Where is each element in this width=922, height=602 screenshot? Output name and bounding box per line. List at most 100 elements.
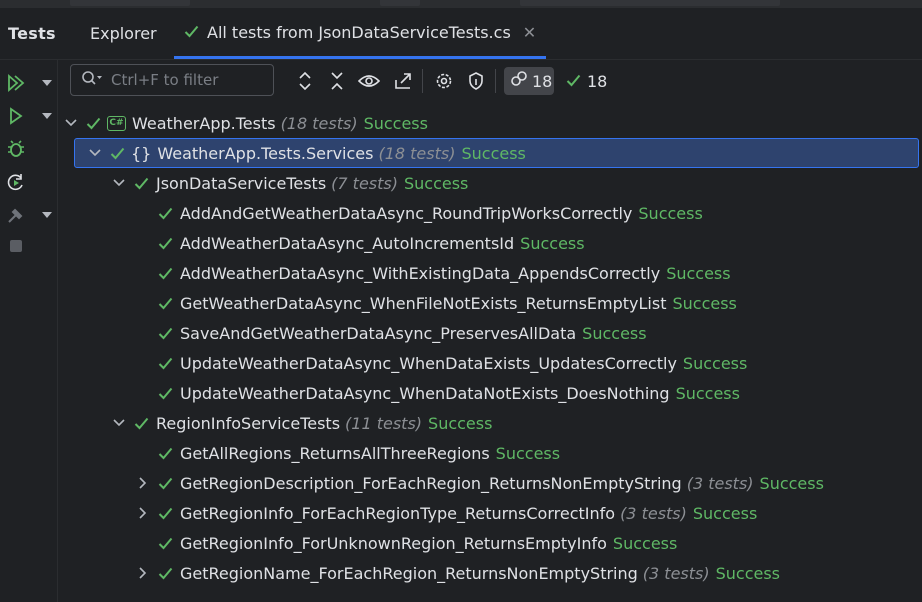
export-icon[interactable] — [392, 70, 414, 92]
left-action-bar — [0, 60, 58, 602]
status-label: Success — [363, 113, 428, 133]
obscured-tab — [380, 0, 420, 6]
tree-row[interactable]: C# WeatherApp.Tests (18 tests) Success — [58, 108, 920, 138]
run-all-button[interactable] — [6, 72, 52, 94]
debug-button[interactable] — [6, 138, 52, 160]
chevron-down-icon[interactable] — [42, 80, 52, 86]
filter-field[interactable] — [70, 64, 274, 96]
test-name: WeatherApp.Tests — [132, 113, 276, 133]
obscured-tab — [520, 0, 780, 6]
test-name: GetRegionDescription_ForEachRegion_Retur… — [180, 473, 682, 493]
test-name: GetRegionName_ForEachRegion_ReturnsNonEm… — [180, 563, 638, 583]
settings-icon[interactable] — [433, 70, 455, 92]
test-name: AddWeatherDataAsync_AutoIncrementsId — [180, 233, 515, 253]
tree-row[interactable]: UpdateWeatherDataAsync_WhenDataExists_Up… — [58, 348, 920, 378]
chevron-right-icon[interactable] — [136, 477, 150, 489]
passed-count: 18 — [587, 71, 608, 91]
status-label: Success — [612, 533, 678, 553]
status-label: Success — [672, 293, 737, 313]
toolbar-separator — [422, 69, 423, 93]
show-passed-icon[interactable] — [358, 70, 380, 92]
tab-explorer[interactable]: Explorer — [90, 8, 157, 59]
toolbar-separator — [495, 69, 496, 93]
chevron-down-icon[interactable] — [42, 212, 52, 218]
chevron-down-icon[interactable] — [88, 149, 102, 157]
tree-row[interactable]: UpdateWeatherDataAsync_WhenDataNotExists… — [58, 378, 920, 408]
passed-check-icon — [158, 387, 173, 400]
tree-row[interactable]: AddWeatherDataAsync_WithExistingData_App… — [58, 258, 920, 288]
filter-input[interactable] — [109, 70, 263, 90]
test-tree: C# WeatherApp.Tests (18 tests) Success{} Wea… — [58, 108, 922, 602]
test-name: GetAllRegions_ReturnsAllThreeRegions — [180, 443, 490, 463]
tree-row[interactable]: GetRegionInfo_ForEachRegionType_ReturnsC… — [58, 498, 920, 528]
status-label: Success — [715, 563, 781, 583]
chevron-down-icon[interactable] — [64, 119, 78, 127]
test-name: GetRegionInfo_ForUnknownRegion_ReturnsEm… — [180, 533, 607, 553]
test-count: (11 tests) — [345, 413, 423, 433]
passed-check-icon — [134, 177, 149, 190]
passed-check-icon — [158, 357, 173, 370]
test-name: AddWeatherDataAsync_WithExistingData_App… — [180, 263, 661, 283]
tree-row[interactable]: GetRegionInfo_ForUnknownRegion_ReturnsEm… — [58, 528, 920, 558]
test-count: (18 tests) — [280, 113, 358, 133]
search-icon — [81, 70, 103, 90]
passed-check-icon — [110, 147, 125, 160]
status-label: Success — [675, 383, 740, 403]
passed-check-icon — [158, 327, 173, 340]
tree-row[interactable]: GetRegionName_ForEachRegion_ReturnsNonEm… — [58, 558, 920, 588]
status-label: Success — [461, 143, 526, 163]
passed-check-icon — [158, 537, 173, 550]
coverage-icon — [6, 205, 26, 225]
tree-row[interactable]: GetWeatherDataAsync_WhenFileNotExists_Re… — [58, 288, 920, 318]
tree-row[interactable]: JsonDataServiceTests (7 tests) Success — [58, 168, 920, 198]
collapse-all-icon[interactable] — [326, 70, 348, 92]
chevron-right-icon[interactable] — [136, 507, 150, 519]
chevron-down-icon[interactable] — [112, 179, 126, 187]
passed-check-icon — [158, 567, 173, 580]
passed-check-icon — [86, 117, 101, 130]
test-count: (7 tests) — [331, 173, 398, 193]
passed-check-icon — [566, 72, 581, 91]
pin-icon[interactable] — [465, 70, 487, 92]
test-name: GetWeatherDataAsync_WhenFileNotExists_Re… — [180, 293, 667, 313]
obscured-tab — [70, 0, 190, 6]
passed-check-icon — [158, 207, 173, 220]
check-icon — [184, 23, 199, 42]
stop-button[interactable] — [6, 235, 52, 257]
test-count: (18 tests) — [378, 143, 456, 163]
run-icon — [6, 106, 26, 126]
status-label: Success — [520, 233, 585, 253]
test-name: SaveAndGetWeatherDataAsync_PreservesAllD… — [180, 323, 577, 343]
tree-row[interactable]: RegionInfoServiceTests (11 tests) Success — [58, 408, 920, 438]
passed-check-icon — [158, 297, 173, 310]
tests-count-icon — [510, 70, 528, 92]
run-button[interactable] — [6, 105, 52, 127]
tree-row[interactable]: AddAndGetWeatherDataAsync_RoundTripWorks… — [58, 198, 920, 228]
passed-check-icon — [158, 477, 173, 490]
test-name: UpdateWeatherDataAsync_WhenDataNotExists… — [180, 383, 670, 403]
passed-check-icon — [134, 417, 149, 430]
passed-filter[interactable]: 18 — [566, 67, 607, 95]
tree-row[interactable]: {} WeatherApp.Tests.Services (18 tests) Suc… — [74, 138, 919, 168]
rerun-button[interactable] — [6, 171, 52, 193]
tree-row[interactable]: AddWeatherDataAsync_AutoIncrementsId Succ… — [58, 228, 920, 258]
coverage-button[interactable] — [6, 204, 52, 226]
passed-check-icon — [158, 507, 173, 520]
tab-label: Explorer — [90, 24, 157, 43]
test-count: (3 tests) — [620, 503, 687, 523]
close-icon[interactable]: ✕ — [523, 23, 536, 42]
chevron-down-icon[interactable] — [112, 419, 126, 427]
tab-all-tests[interactable]: All tests from JsonDataServiceTests.cs ✕ — [174, 8, 547, 59]
passed-check-icon — [158, 447, 173, 460]
chevron-right-icon[interactable] — [136, 567, 150, 579]
test-name: GetRegionInfo_ForEachRegionType_ReturnsC… — [180, 503, 616, 523]
chevron-down-icon[interactable] — [42, 113, 52, 119]
tree-row[interactable]: GetAllRegions_ReturnsAllThreeRegions Succ… — [58, 438, 920, 468]
all-tests-filter[interactable]: 18 — [504, 67, 554, 95]
tree-row[interactable]: GetRegionDescription_ForEachRegion_Retur… — [58, 468, 920, 498]
expand-all-icon[interactable] — [294, 70, 316, 92]
status-label: Success — [666, 263, 731, 283]
test-name: JsonDataServiceTests — [156, 173, 327, 193]
tree-row[interactable]: SaveAndGetWeatherDataAsync_PreservesAllD… — [58, 318, 920, 348]
test-toolbar: 18 18 — [58, 60, 922, 104]
